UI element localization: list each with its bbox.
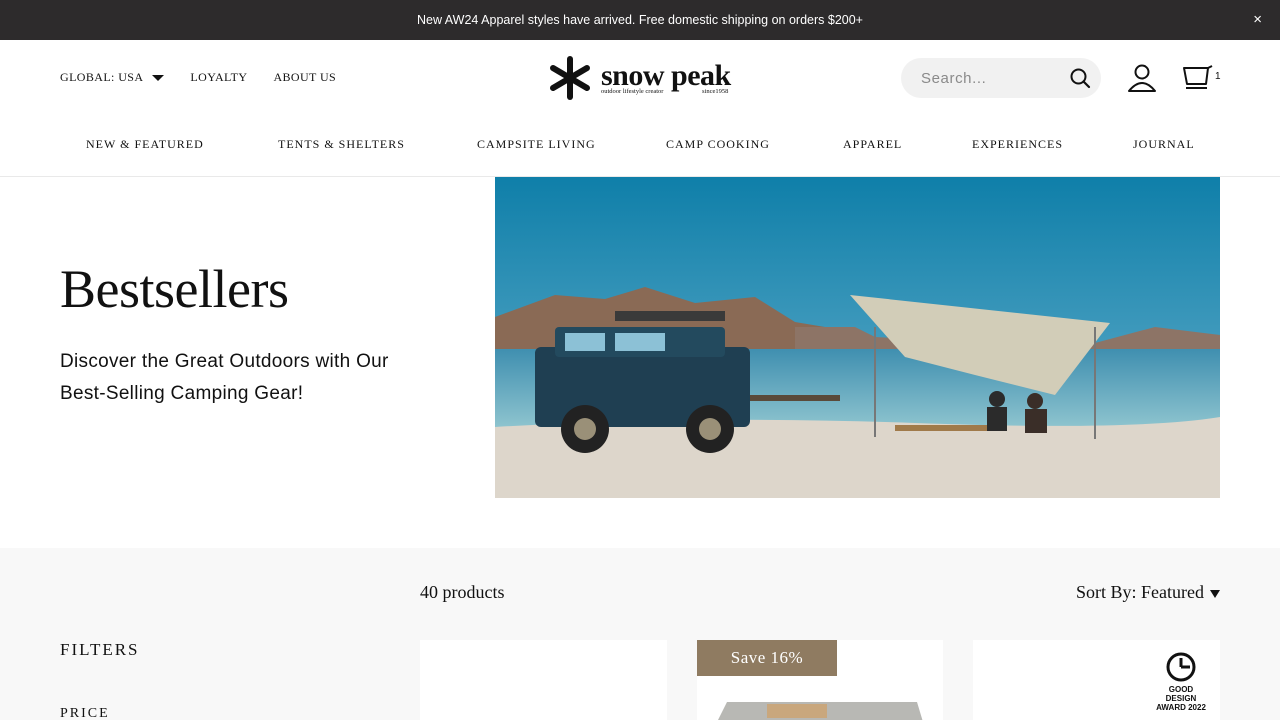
logo-since: since1958 xyxy=(702,88,729,95)
good-design-award-badge: GOOD DESIGN AWARD 2022 xyxy=(1153,650,1209,712)
site-header: GLOBAL: USA LOYALTY ABOUT US snow peak o… xyxy=(0,40,1280,177)
region-label: GLOBAL: USA xyxy=(60,70,144,84)
award-line2: AWARD 2022 xyxy=(1156,703,1206,712)
beach-camp-illustration xyxy=(495,177,1220,498)
search-icon[interactable] xyxy=(1069,67,1091,89)
nav-journal[interactable]: JOURNAL xyxy=(1133,137,1195,152)
asterisk-logo-icon xyxy=(550,56,590,100)
loyalty-link[interactable]: LOYALTY xyxy=(190,70,247,85)
hero-image xyxy=(495,177,1220,498)
product-image-partial xyxy=(718,702,923,720)
logo-tagline: outdoor lifestyle creator xyxy=(601,88,664,95)
search-box xyxy=(901,58,1101,98)
close-icon[interactable]: × xyxy=(1253,11,1262,29)
product-card[interactable]: Save 16% xyxy=(697,640,943,720)
announcement-bar: New AW24 Apparel styles have arrived. Fr… xyxy=(0,0,1280,40)
good-design-g-icon xyxy=(1166,652,1196,682)
cart-icon[interactable] xyxy=(1182,64,1214,92)
nav-campsite-living[interactable]: CAMPSITE LIVING xyxy=(477,137,596,152)
sort-label: Sort By: Featured xyxy=(1076,582,1204,602)
product-listing: 40 products Sort By: Featured FILTERS PR… xyxy=(0,548,1280,720)
account-icon[interactable] xyxy=(1127,63,1157,93)
utility-links: GLOBAL: USA LOYALTY ABOUT US xyxy=(60,70,336,85)
filter-price[interactable]: PRICE xyxy=(60,706,110,720)
snow-peak-logo[interactable]: snow peak outdoor lifestyle creator sinc… xyxy=(548,56,734,102)
nav-experiences[interactable]: EXPERIENCES xyxy=(972,137,1063,152)
nav-tents-shelters[interactable]: TENTS & SHELTERS xyxy=(278,137,405,152)
nav-new-featured[interactable]: NEW & FEATURED xyxy=(86,137,204,152)
sort-dropdown[interactable]: Sort By: Featured xyxy=(1076,582,1220,603)
caret-down-icon xyxy=(152,74,165,81)
award-line1: GOOD DESIGN xyxy=(1165,685,1197,703)
triangle-down-icon xyxy=(1210,590,1220,598)
about-link[interactable]: ABOUT US xyxy=(273,70,336,85)
product-count: 40 products xyxy=(420,582,505,602)
nav-camp-cooking[interactable]: CAMP COOKING xyxy=(666,137,770,152)
search-input[interactable] xyxy=(921,69,1071,87)
region-selector[interactable]: GLOBAL: USA xyxy=(60,70,165,85)
nav-apparel[interactable]: APPAREL xyxy=(843,137,902,152)
product-card[interactable] xyxy=(420,640,667,720)
page-subtitle: Discover the Great Outdoors with Our Bes… xyxy=(60,351,389,404)
award-text: GOOD DESIGN AWARD 2022 xyxy=(1153,685,1209,712)
save-badge: Save 16% xyxy=(697,640,837,676)
announcement-text: New AW24 Apparel styles have arrived. Fr… xyxy=(417,13,863,27)
product-card[interactable]: GOOD DESIGN AWARD 2022 xyxy=(973,640,1220,720)
page-title: Bestsellers xyxy=(60,259,289,319)
filters-heading: FILTERS xyxy=(60,640,140,659)
cart-count-badge: 1 xyxy=(1215,71,1221,82)
